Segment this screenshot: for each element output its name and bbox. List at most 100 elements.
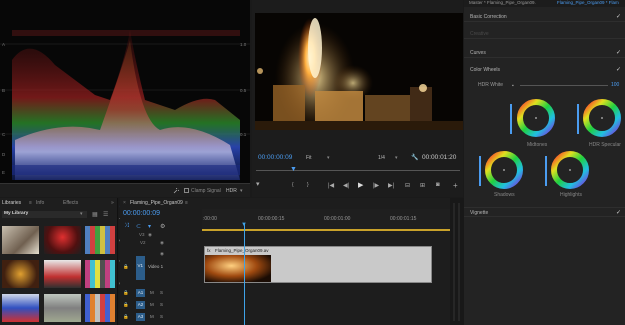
- mute-button[interactable]: M: [150, 314, 154, 319]
- lock-icon[interactable]: ▪: [512, 83, 514, 89]
- check-icon[interactable]: ✓: [616, 13, 621, 20]
- track-target-a2[interactable]: A2: [136, 301, 145, 309]
- tab-libraries[interactable]: Libraries: [2, 200, 21, 206]
- tab-effects[interactable]: Effects: [63, 200, 78, 206]
- solo-button[interactable]: S: [160, 290, 163, 295]
- library-select[interactable]: My Library ▾: [2, 211, 87, 218]
- scope-mode-select[interactable]: HDR: [226, 188, 237, 194]
- waveform-display: [0, 30, 250, 180]
- timeline-playhead[interactable]: [244, 224, 245, 325]
- add-marker-icon[interactable]: ▾: [148, 223, 151, 230]
- overwrite-icon[interactable]: ⊞: [420, 182, 425, 189]
- track-target-a1[interactable]: A1: [136, 289, 145, 297]
- program-current-timecode[interactable]: 00:00:00:09: [258, 154, 292, 161]
- tab-info[interactable]: Info: [36, 200, 44, 206]
- hdr-white-slider[interactable]: [520, 85, 608, 86]
- library-thumbnail[interactable]: [2, 260, 39, 288]
- shadows-wheel[interactable]: [484, 150, 524, 190]
- section-color-wheels[interactable]: Color Wheels ✓: [464, 65, 625, 75]
- solo-button[interactable]: S: [160, 302, 163, 307]
- solo-button[interactable]: S: [160, 314, 163, 319]
- check-icon[interactable]: ✓: [616, 209, 621, 216]
- midtones-wheel[interactable]: [516, 98, 556, 138]
- library-thumbnail[interactable]: [44, 226, 81, 254]
- hdr-specular-wheel[interactable]: [582, 98, 622, 138]
- playhead-handle[interactable]: ▼: [241, 222, 247, 228]
- highlights-wheel[interactable]: [550, 150, 590, 190]
- menu-icon[interactable]: ≡: [185, 200, 188, 206]
- step-forward-icon[interactable]: |▶: [373, 182, 379, 189]
- chevron-down-icon[interactable]: ▾: [327, 155, 330, 161]
- library-thumbnail[interactable]: [2, 294, 39, 322]
- video-clip[interactable]: fx Flaming_Pipe_Organ09.av: [204, 246, 432, 283]
- hdr-white-value[interactable]: 100: [611, 82, 619, 88]
- chevron-down-icon[interactable]: ▾: [240, 188, 243, 194]
- eye-icon[interactable]: ◉: [160, 240, 164, 246]
- library-thumbnail[interactable]: [44, 260, 81, 288]
- work-area-bar[interactable]: [202, 229, 450, 231]
- color-swatch-thumbnail[interactable]: [85, 294, 115, 322]
- go-to-in-icon[interactable]: |◀: [328, 182, 334, 189]
- time-ruler[interactable]: :00:00 00:00:00:15 00:00:01:00 00:00:01:…: [202, 209, 450, 231]
- menu-icon[interactable]: ≡: [29, 200, 32, 206]
- insert-icon[interactable]: ⊟: [405, 182, 410, 189]
- shadows-slider[interactable]: [479, 156, 481, 186]
- section-curves[interactable]: Curves ✓: [464, 48, 625, 58]
- section-creative[interactable]: Creative: [464, 29, 625, 39]
- chevron-down-icon[interactable]: ▾: [395, 155, 398, 161]
- lock-icon[interactable]: 🔒: [123, 264, 129, 270]
- color-swatch-thumbnail[interactable]: [85, 226, 115, 254]
- go-to-out-icon[interactable]: ▶|: [388, 182, 394, 189]
- scope-left-tick: A: [2, 42, 6, 47]
- lock-icon[interactable]: 🔒: [123, 302, 129, 308]
- mark-out-button[interactable]: }: [307, 182, 309, 188]
- lumetri-header: Master * Flaming_Pipe_Organ09. Flaming_P…: [464, 0, 625, 7]
- ruler-label: :00:00: [203, 216, 217, 222]
- resolution-select[interactable]: 1/4: [378, 155, 385, 161]
- color-swatch-thumbnail[interactable]: [85, 260, 115, 288]
- export-frame-icon[interactable]: ◙: [436, 182, 440, 188]
- track-target-v1[interactable]: V1: [136, 256, 145, 280]
- active-clip-label[interactable]: Flaming_Pipe_Organ09 * Flam: [557, 0, 619, 5]
- library-thumbnail[interactable]: [2, 226, 39, 254]
- settings-icon[interactable]: ⚙: [160, 223, 165, 230]
- master-clip-label[interactable]: Master * Flaming_Pipe_Organ09.: [469, 0, 536, 5]
- libraries-panel: Libraries ≡ Info Effects » My Library ▾ …: [0, 198, 118, 325]
- hdr-specular-slider[interactable]: [577, 104, 579, 134]
- lock-icon[interactable]: 🔒: [123, 290, 129, 296]
- program-video-frame: [255, 13, 463, 130]
- grid-view-icon[interactable]: ▦: [92, 211, 98, 218]
- midtones-slider[interactable]: [510, 104, 512, 134]
- mute-button[interactable]: M: [150, 290, 154, 295]
- mark-in-icon[interactable]: ▾: [256, 180, 260, 188]
- zoom-select[interactable]: Fit: [306, 155, 312, 161]
- snap-icon[interactable]: ⤨: [124, 223, 129, 230]
- check-icon[interactable]: ✓: [616, 49, 621, 56]
- program-playhead[interactable]: ▼: [290, 166, 297, 173]
- clamp-signal-checkbox[interactable]: [184, 188, 189, 193]
- timeline-timecode[interactable]: 00:00:00:09: [123, 210, 160, 217]
- lock-icon[interactable]: 🔒: [123, 314, 129, 320]
- section-basic-correction[interactable]: Basic Correction ✓: [464, 12, 625, 22]
- linked-selection-icon[interactable]: ⊂: [136, 223, 141, 230]
- library-thumbnail[interactable]: [44, 294, 81, 322]
- wrench-icon[interactable]: 🔧: [411, 154, 418, 161]
- program-scrub-bar[interactable]: [256, 170, 460, 171]
- close-icon[interactable]: ×: [123, 200, 126, 206]
- track-target-a3[interactable]: A3: [136, 313, 145, 321]
- chevron-down-icon: ▾: [80, 211, 83, 217]
- play-icon[interactable]: ▶: [358, 181, 363, 189]
- sequence-tab[interactable]: Flaming_Pipe_Organ09: [130, 200, 183, 206]
- mute-button[interactable]: M: [150, 302, 154, 307]
- step-back-icon[interactable]: ◀|: [343, 182, 349, 189]
- mark-in-button[interactable]: {: [292, 182, 294, 188]
- overflow-icon[interactable]: »: [111, 200, 114, 206]
- highlights-slider[interactable]: [545, 156, 547, 186]
- wrench-icon[interactable]: [173, 188, 179, 194]
- check-icon[interactable]: ✓: [616, 66, 621, 73]
- eye-icon[interactable]: ◉: [160, 251, 164, 257]
- add-button-icon[interactable]: +: [453, 181, 458, 190]
- section-vignette[interactable]: Vignette ✓: [464, 207, 625, 217]
- eye-icon[interactable]: ◉: [148, 232, 152, 238]
- list-view-icon[interactable]: ☰: [103, 211, 108, 218]
